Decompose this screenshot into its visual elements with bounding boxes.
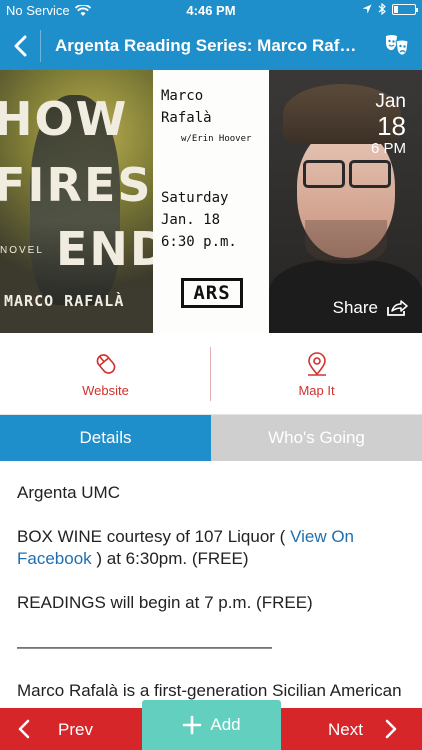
website-label: Website [82, 382, 129, 398]
chevron-right-icon [385, 719, 397, 739]
book-title-line-2: FIRES [0, 158, 153, 212]
venue-text: Argenta UMC [17, 483, 120, 502]
box-wine-paragraph: BOX WINE courtesy of 107 Liquor ( View O… [17, 526, 409, 570]
box-wine-prefix: BOX WINE courtesy of 107 Liquor ( [17, 527, 291, 546]
mouse-icon [96, 353, 115, 374]
action-row: Website Map It [0, 333, 422, 415]
flyer-date: Jan. 18 [161, 212, 221, 228]
share-icon [387, 300, 408, 316]
map-pin-icon [307, 351, 326, 376]
author-photo: Jan 18 6 PM Share [269, 70, 422, 333]
flyer-day: Saturday [161, 190, 229, 206]
back-button[interactable] [8, 31, 32, 61]
add-label: Add [210, 715, 241, 734]
status-bar: No Service 4:46 PM [0, 0, 422, 22]
bio-text: Marco Rafalà is a first-generation Sicil… [17, 681, 402, 700]
prev-button[interactable]: Prev [0, 708, 142, 750]
chevron-left-icon [18, 719, 30, 739]
bottom-bar: Prev Add Next [0, 700, 422, 750]
prev-label: Prev [58, 720, 93, 739]
date-badge: Jan 18 6 PM [371, 92, 406, 156]
location-arrow-icon [362, 4, 372, 14]
ars-logo: ARS [181, 278, 243, 308]
plus-icon [183, 715, 202, 735]
event-image: HOW FIRES END NOVEL MARCO RAFALÀ Marco R… [0, 70, 422, 333]
book-author: MARCO RAFALÀ [4, 292, 125, 310]
event-flyer: Marco Rafalà w/Erin Hoover Saturday Jan.… [153, 70, 269, 333]
tab-bar: Details Who's Going [0, 415, 422, 461]
book-title-line-1: HOW [0, 92, 129, 146]
website-button[interactable]: Website [0, 333, 211, 415]
date-day: 18 [377, 111, 406, 141]
next-label: Next [328, 720, 363, 739]
flyer-name-line-1: Marco [161, 88, 204, 104]
chevron-left-icon [14, 35, 27, 57]
nav-bar: Argenta Reading Series: Marco Rafalà... [0, 22, 422, 70]
book-cover-image: HOW FIRES END NOVEL MARCO RAFALÀ [0, 70, 153, 333]
add-button[interactable]: Add [142, 700, 281, 750]
bluetooth-icon [378, 3, 386, 15]
next-button[interactable]: Next [281, 708, 422, 750]
share-button[interactable]: Share [333, 298, 408, 318]
divider-text: ——————————————— [17, 637, 272, 656]
date-month: Jan [375, 91, 406, 112]
tab-whos-going[interactable]: Who's Going [211, 415, 422, 461]
status-right [362, 3, 418, 15]
book-title-line-3: END [56, 222, 153, 276]
tab-details[interactable]: Details [0, 415, 211, 461]
map-it-label: Map It [298, 382, 335, 398]
status-time: 4:46 PM [186, 3, 236, 18]
map-it-button[interactable]: Map It [211, 333, 422, 415]
page-title: Argenta Reading Series: Marco Rafalà... [55, 36, 365, 55]
date-hour: 6 PM [370, 140, 406, 157]
box-wine-suffix: ) at 6:30pm. (FREE) [91, 549, 249, 568]
flyer-with-guest: w/Erin Hoover [181, 134, 252, 144]
flyer-time: 6:30 p.m. [161, 234, 237, 250]
theater-masks-icon[interactable] [384, 33, 410, 59]
details-content: Argenta UMC BOX WINE courtesy of 107 Liq… [17, 482, 409, 724]
nav-divider [40, 30, 41, 62]
battery-icon [392, 3, 418, 15]
book-novel-label: NOVEL [0, 245, 44, 256]
flyer-name-line-2: Rafalà [161, 110, 212, 126]
share-label: Share [332, 298, 378, 317]
readings-text: READINGS will begin at 7 p.m. (FREE) [17, 593, 313, 612]
